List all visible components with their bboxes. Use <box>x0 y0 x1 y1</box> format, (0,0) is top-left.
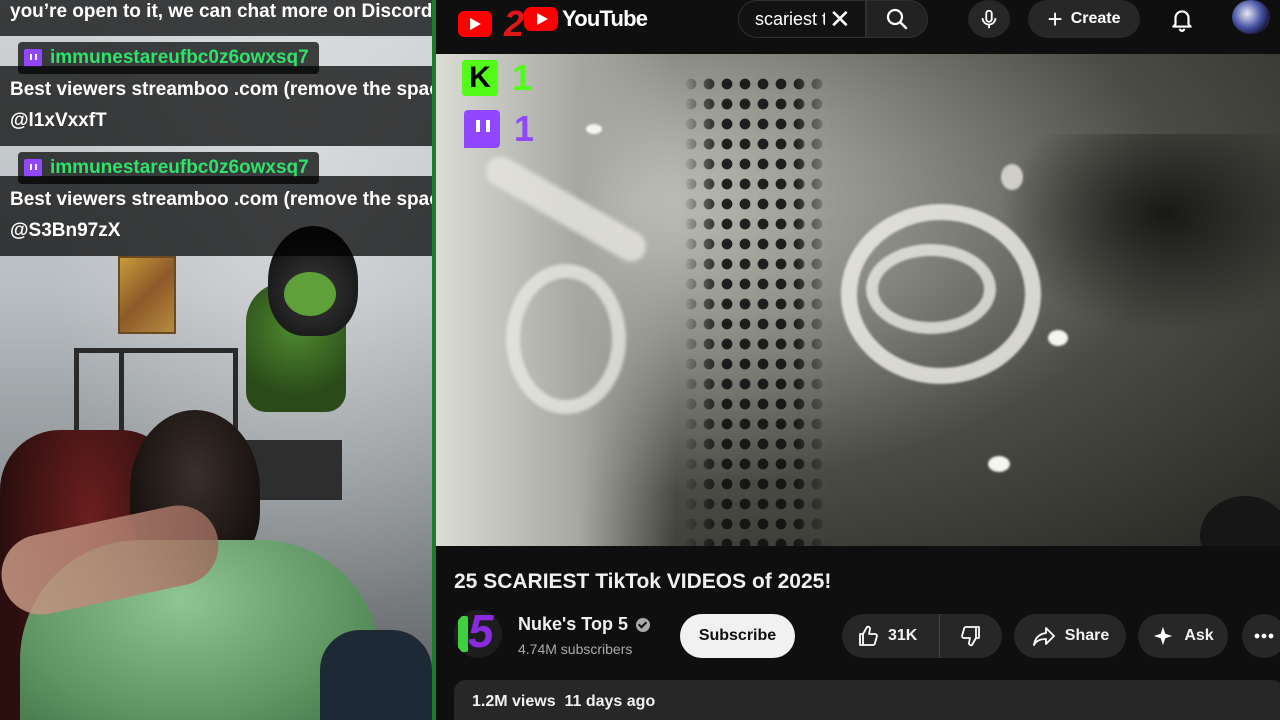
description-box[interactable]: 1.2M views 11 days ago <box>454 680 1280 720</box>
chat-message-mention: @l1xVxxfT <box>10 110 107 131</box>
mic-icon <box>981 9 997 29</box>
twitch-viewer-counter: 1 <box>464 110 534 148</box>
stream-screen: you’re open to it, we can chat more on D… <box>0 0 1280 720</box>
plush-toy-face <box>284 272 336 316</box>
youtube-viewer-count: 2 <box>504 3 525 44</box>
video-frame-dot <box>1048 330 1068 346</box>
channel-name-row[interactable]: Nuke's Top 5 <box>518 614 650 635</box>
share-label: Share <box>1064 627 1110 644</box>
like-dislike-group: 31K <box>842 614 1002 658</box>
chat-message-top: you’re open to it, we can chat more on D… <box>0 0 432 36</box>
search-box[interactable]: ✕ <box>738 0 866 38</box>
kick-viewer-count: 1 <box>512 57 533 98</box>
video-frame-dot <box>988 456 1010 472</box>
subscriber-count: 4.74M subscribers <box>518 641 633 657</box>
kick-viewer-counter: K 1 <box>462 60 532 96</box>
bell-icon <box>1172 10 1192 32</box>
youtube-header: YouTube ✕ + Create <box>436 0 1280 54</box>
plus-icon: + <box>1047 4 1063 34</box>
kick-icon: K <box>462 60 498 96</box>
wall-poster <box>118 256 176 334</box>
twitch-icon <box>464 110 500 148</box>
chat-message-mention: @S3Bn97zX <box>10 220 121 241</box>
twitch-viewer-count: 1 <box>514 108 535 149</box>
like-button[interactable]: 31K <box>842 614 940 658</box>
search-input[interactable] <box>755 8 825 30</box>
more-dots-icon <box>1254 633 1274 639</box>
chat-message-line: Best viewers streamboo .com (remove the … <box>10 189 457 210</box>
youtube-logo-text: YouTube <box>562 6 648 31</box>
upload-date: 11 days ago <box>564 693 656 710</box>
youtube-play-icon <box>524 7 558 31</box>
youtube-window: YouTube ✕ + Create <box>436 0 1280 720</box>
chat-message: Best viewers streamboo .com (remove the … <box>0 176 482 256</box>
chat-message: Best viewers streamboo .com (remove the … <box>0 66 432 146</box>
share-arrow-icon <box>1032 627 1055 646</box>
create-label: Create <box>1070 10 1121 27</box>
thumb-down-icon <box>961 626 980 647</box>
channel-avatar-bar <box>458 616 468 652</box>
dislike-button[interactable] <box>940 614 1002 658</box>
youtube-logo[interactable]: YouTube <box>524 6 648 32</box>
verified-icon <box>635 617 650 632</box>
like-count: 31K <box>888 627 918 644</box>
voice-search-button[interactable] <box>968 0 1010 38</box>
ask-label: Ask <box>1184 627 1214 644</box>
video-player[interactable] <box>436 54 1280 546</box>
more-actions-button[interactable] <box>1242 614 1280 658</box>
video-frame-corner <box>1200 496 1280 546</box>
video-frame-spiral <box>506 264 626 414</box>
search-icon <box>886 8 908 30</box>
view-and-date: 1.2M views 11 days ago <box>472 693 655 711</box>
chat-message-text: you’re open to it, we can chat more on D… <box>10 1 432 22</box>
webcam-feed: you’re open to it, we can chat more on D… <box>0 0 432 720</box>
twitch-icon <box>24 49 42 67</box>
video-frame-ring-inner <box>866 244 996 334</box>
twitch-icon <box>24 159 42 177</box>
stool <box>320 630 432 720</box>
search-button[interactable] <box>866 0 928 38</box>
thumb-up-icon <box>859 625 878 646</box>
subscribe-button[interactable]: Subscribe <box>680 614 795 658</box>
video-frame-mesh <box>682 74 832 546</box>
ask-button[interactable]: Ask <box>1138 614 1228 658</box>
video-frame-dot <box>586 124 602 134</box>
sparkle-icon <box>1154 626 1173 646</box>
youtube-play-icon <box>458 11 492 37</box>
channel-avatar-text: 5 <box>468 610 494 657</box>
youtube-viewer-counter: 2 <box>458 6 524 42</box>
video-title: 25 SCARIEST TikTok VIDEOS of 2025! <box>454 570 832 593</box>
share-button[interactable]: Share <box>1014 614 1126 658</box>
view-count: 1.2M views <box>472 693 556 710</box>
channel-name: Nuke's Top 5 <box>518 614 628 634</box>
channel-avatar[interactable]: 5 <box>454 610 502 658</box>
notifications-button[interactable] <box>1164 2 1200 36</box>
chat-message-line: Best viewers streamboo .com (remove the … <box>10 79 432 100</box>
close-icon[interactable]: ✕ <box>829 6 851 32</box>
video-frame-dot <box>1001 164 1023 190</box>
create-button[interactable]: + Create <box>1028 0 1140 38</box>
account-avatar[interactable] <box>1232 0 1270 34</box>
